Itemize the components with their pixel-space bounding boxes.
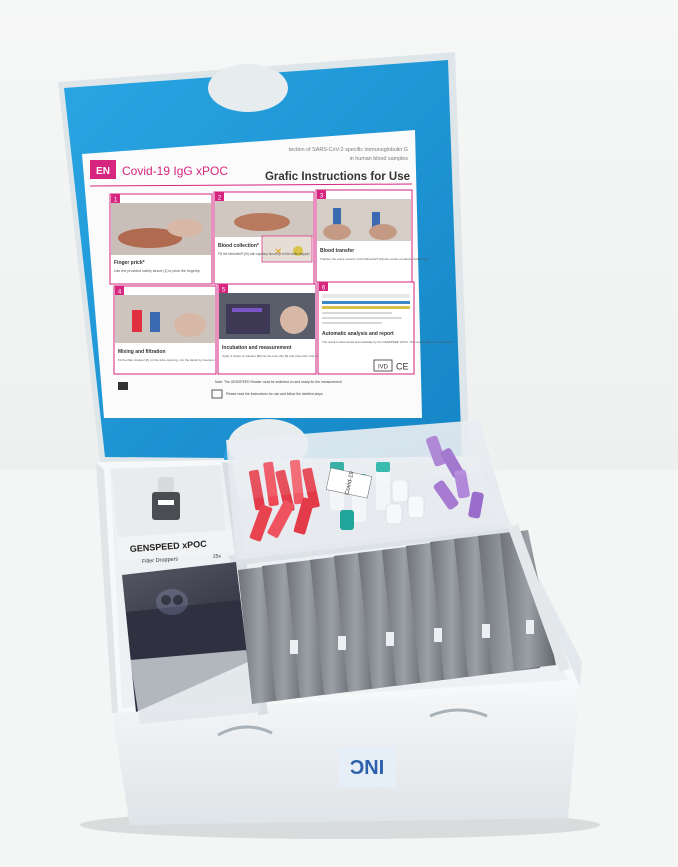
manufacturer-icon	[118, 382, 128, 390]
step-body-3: Transfer the entire content of the Miniv…	[320, 257, 428, 261]
step-panel-4: 4 Mixing and filtration Fit the filter d…	[113, 285, 217, 375]
ce-mark-text: CE	[396, 362, 409, 372]
instruction-card: EN Covid-19 IgG xPOC tection of SARS-CoV…	[82, 130, 454, 418]
clear-bag-bottom	[130, 650, 262, 724]
buffer-vial	[152, 492, 180, 520]
step-panel-2: ✕ 2 Blood collection* Fill the Minivette…	[213, 191, 315, 285]
step-title-6: Automatic analysis and report	[322, 331, 394, 337]
footer-note-2: Please read the instructions for use and…	[226, 392, 323, 396]
ivd-mark-text: IVD	[378, 365, 389, 371]
card-heading: Grafic Instructions for Use	[265, 171, 410, 183]
step-body-6: The result is determined automatically b…	[322, 340, 454, 344]
box-side-label: INC	[350, 755, 384, 777]
card-subtitle-2: in human blood samples	[350, 156, 409, 162]
step-panel-1: 1 Finger prick* Use the provided safety …	[109, 193, 213, 285]
product-title: Covid-19 IgG xPOC	[122, 164, 228, 178]
test-kit-photo: EN Covid-19 IgG xPOC tection of SARS-CoV…	[0, 0, 678, 867]
step-title-2: Blood collection*	[218, 243, 259, 249]
step-title-3: Blood transfer	[320, 248, 354, 254]
step-body-1: Use the provided safety lancet [1] to pr…	[114, 269, 200, 273]
step-body-4: Fit the filter dropper [F] on the tube o…	[118, 358, 215, 362]
footer-note: Note: The GENSPEED Reader must be switch…	[215, 380, 342, 384]
step-panel-3: 3 Blood transfer Transfer the entire con…	[315, 189, 428, 283]
step-title-1: Finger prick*	[114, 260, 145, 266]
step-title-5: Incubation and measurement	[222, 345, 292, 351]
lid-top-notch	[208, 64, 288, 112]
buffer-vial-cap	[158, 477, 174, 493]
card-subtitle-1: tection of SARS-CoV-2 specific immunoglo…	[289, 147, 408, 153]
step-body-2: Fill the Minivette® [M] with capillary b…	[218, 252, 311, 256]
step-title-4: Mixing and filtration	[118, 349, 166, 355]
lang-badge-text: EN	[96, 166, 110, 177]
dropper-bag-count: 25x	[213, 553, 222, 560]
